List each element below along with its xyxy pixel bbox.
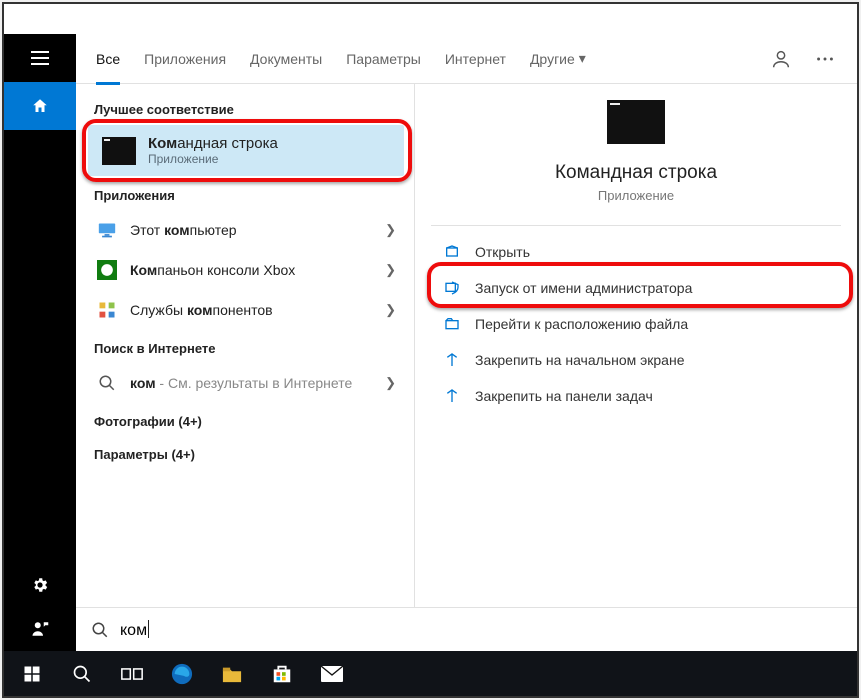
chevron-right-icon: ❯ <box>385 375 396 391</box>
cmd-icon <box>102 137 136 165</box>
taskbar-search-button[interactable] <box>58 651 106 696</box>
component-icon <box>96 299 118 321</box>
chevron-right-icon: ❯ <box>385 262 396 278</box>
home-button[interactable] <box>4 82 76 130</box>
preview-pane: Командная строка Приложение Открыть Запу… <box>414 84 857 607</box>
admin-icon <box>443 279 461 297</box>
tab-settings[interactable]: Параметры <box>334 34 433 84</box>
chevron-down-icon: ▾ <box>579 50 586 67</box>
action-open[interactable]: Открыть <box>431 234 841 270</box>
folder-icon <box>443 315 461 333</box>
action-run-as-admin[interactable]: Запуск от имени администратора <box>431 270 841 306</box>
pc-icon <box>96 219 118 241</box>
best-match-subtitle: Приложение <box>148 152 278 166</box>
taskbar-explorer[interactable] <box>208 651 256 696</box>
action-open-location[interactable]: Перейти к расположению файла <box>431 306 841 342</box>
tab-internet[interactable]: Интернет <box>433 34 518 84</box>
best-match-item[interactable]: Командная строка Приложение <box>88 125 404 176</box>
task-view-button[interactable] <box>108 651 156 696</box>
start-button[interactable] <box>8 651 56 696</box>
preview-cmd-icon <box>607 100 665 144</box>
search-input[interactable]: ком <box>120 620 149 640</box>
taskbar <box>4 651 857 696</box>
preview-subtitle: Приложение <box>431 188 841 203</box>
section-params: Параметры (4+) <box>90 437 402 468</box>
section-best-match: Лучшее соответствие <box>90 92 402 123</box>
pin-taskbar-icon <box>443 387 461 405</box>
hamburger-menu-button[interactable] <box>4 34 76 82</box>
app-result-component-services[interactable]: Службы компонентов ❯ <box>90 291 402 329</box>
section-apps: Приложения <box>90 178 402 209</box>
action-pin-taskbar[interactable]: Закрепить на панели задач <box>431 378 841 414</box>
chevron-right-icon: ❯ <box>385 302 396 318</box>
open-icon <box>443 243 461 261</box>
action-pin-start[interactable]: Закрепить на начальном экране <box>431 342 841 378</box>
feedback-button[interactable] <box>4 607 76 651</box>
section-photos: Фотографии (4+) <box>90 404 402 435</box>
app-result-xbox[interactable]: Компаньон консоли Xbox ❯ <box>90 251 402 289</box>
search-panel: Все Приложения Документы Параметры Интер… <box>76 34 857 651</box>
tab-more[interactable]: Другие▾ <box>518 34 598 84</box>
divider <box>431 225 841 226</box>
more-options-button[interactable] <box>807 41 843 77</box>
tab-apps[interactable]: Приложения <box>132 34 238 84</box>
tab-documents[interactable]: Документы <box>238 34 334 84</box>
section-web: Поиск в Интернете <box>90 331 402 362</box>
web-result[interactable]: ком - См. результаты в Интернете ❯ <box>90 364 402 402</box>
results-column: Лучшее соответствие Командная строка При… <box>76 84 414 607</box>
taskbar-store[interactable] <box>258 651 306 696</box>
pin-start-icon <box>443 351 461 369</box>
search-icon <box>90 620 110 640</box>
preview-title: Командная строка <box>431 162 841 184</box>
app-result-this-pc[interactable]: Этот компьютер ❯ <box>90 211 402 249</box>
search-icon <box>96 372 118 394</box>
settings-gear-button[interactable] <box>4 563 76 607</box>
account-button[interactable] <box>763 41 799 77</box>
search-input-row[interactable]: ком <box>76 607 857 651</box>
taskbar-edge[interactable] <box>158 651 206 696</box>
tab-all[interactable]: Все <box>84 34 132 84</box>
chevron-right-icon: ❯ <box>385 222 396 238</box>
scope-tabs: Все Приложения Документы Параметры Интер… <box>76 34 857 84</box>
xbox-icon <box>96 259 118 281</box>
left-sidebar <box>4 34 76 651</box>
taskbar-mail[interactable] <box>308 651 356 696</box>
best-match-title: Командная строка <box>148 135 278 152</box>
